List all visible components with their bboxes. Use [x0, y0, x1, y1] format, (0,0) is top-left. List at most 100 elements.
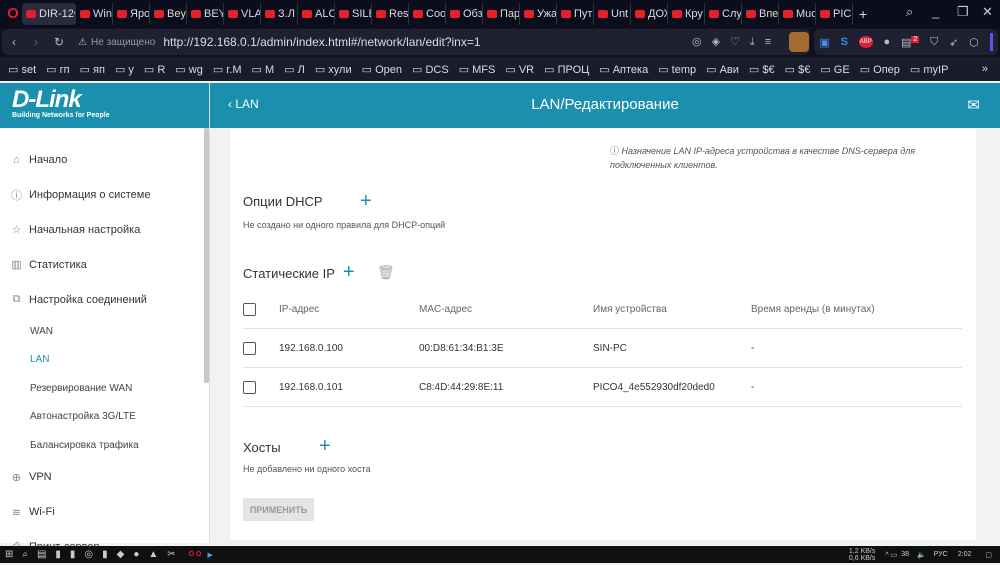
browser-tab[interactable]: PICO — [816, 2, 853, 25]
bookmark-item[interactable]: ▭ Open — [362, 63, 402, 76]
opera-taskbar-icon[interactable]: O O — [189, 551, 202, 558]
browser-tab[interactable]: Muc — [779, 2, 816, 25]
browser-tab[interactable]: ДОХ — [631, 2, 668, 25]
shield-ext-icon[interactable]: ⛉ — [930, 36, 938, 49]
bookmark-item[interactable]: ▭ ПРОЦ — [544, 63, 589, 76]
sidebar-subitem[interactable]: Балансировка трафика — [0, 431, 209, 460]
browser-tab[interactable]: Пут — [557, 2, 594, 25]
browser-tab[interactable]: SILE — [335, 2, 372, 25]
select-all-checkbox[interactable] — [243, 302, 256, 316]
sidebar-item[interactable]: ⧉ Настройка соединений — [0, 282, 209, 317]
browser-tab[interactable]: VLA — [224, 2, 261, 25]
browser-tab[interactable]: Resi — [372, 2, 409, 25]
bookmark-item[interactable]: ▭ VR — [505, 63, 534, 76]
bookmark-item[interactable]: ▭ r.M — [213, 63, 242, 76]
table-row[interactable]: 192.168.0.101 C8:4D:44:29:8E:11 PICO4_4e55… — [243, 368, 962, 407]
bookmark-item[interactable]: ▭ яп — [80, 63, 105, 76]
insecure-label[interactable]: Не защищено — [91, 37, 155, 48]
apply-button[interactable]: ПРИМЕНИТЬ — [243, 498, 314, 521]
dlink-logo[interactable]: D-Link Building Networks for People — [0, 83, 209, 128]
sidebar-item[interactable]: ≋ Wi-Fi — [0, 495, 209, 530]
search-icon[interactable]: ⌕ — [906, 4, 913, 20]
bookmark-item[interactable]: ▭ MFS — [459, 63, 496, 76]
forward-icon[interactable]: › — [34, 35, 38, 49]
trash-icon[interactable]: 🗑 — [377, 264, 395, 281]
browser-tab[interactable]: Слу — [705, 2, 742, 25]
sidebar-item[interactable]: ⌂ Начало — [0, 142, 209, 177]
bookmark-item[interactable]: ▭ $€ — [749, 63, 775, 76]
bookmark-item[interactable]: ▭ у — [115, 63, 134, 76]
back-to-lan-link[interactable]: ‹ LAN — [228, 97, 259, 111]
s-ext-icon[interactable]: S — [841, 36, 848, 48]
row-checkbox[interactable] — [243, 380, 256, 394]
back-icon[interactable]: ‹ — [12, 35, 16, 49]
bookmark-item[interactable]: ▭ М — [252, 63, 275, 76]
sidebar-scrollbar[interactable] — [204, 128, 209, 383]
bookmark-item[interactable]: ▭ DCS — [412, 63, 449, 76]
browser-tab[interactable]: BEY — [187, 2, 224, 25]
browser-tab[interactable]: Пар — [483, 2, 520, 25]
add-dhcp-option-button[interactable]: + — [360, 191, 372, 211]
bookmark-item[interactable]: ▭ $€ — [785, 63, 811, 76]
browser-tab[interactable]: Unt — [594, 2, 631, 25]
insecure-warning-icon[interactable]: ⚠ — [78, 37, 87, 48]
bookmark-item[interactable]: ▭ Аптека — [599, 63, 648, 76]
taskbar-apps-icons[interactable]: ⊞⌕▤▮▮◎▮◆●▲✂ — [5, 549, 185, 560]
sidebar-subitem[interactable]: LAN — [0, 346, 209, 375]
translate-ext-icon[interactable]: ▣ — [819, 36, 829, 49]
browser-tab[interactable]: Впе — [742, 2, 779, 25]
bookmark-item[interactable]: ▭ set — [8, 63, 36, 76]
url-input[interactable]: http://192.168.0.1/admin/index.html#/net… — [163, 35, 480, 49]
volume-icon[interactable]: 🔈 — [917, 551, 926, 559]
mail-icon[interactable]: ✉ — [967, 96, 980, 114]
minimize-button[interactable]: _ — [932, 4, 939, 19]
browser-tab[interactable]: ALC — [298, 2, 335, 25]
address-actions-icons[interactable]: ◎◈♡⤓≡ — [692, 35, 781, 49]
reload-icon[interactable]: ↻ — [54, 35, 64, 49]
bookmark-item[interactable]: ▭ Л — [284, 63, 305, 76]
browser-tab[interactable]: Яро — [113, 2, 150, 25]
media-taskbar-icon[interactable]: ▶ — [208, 551, 213, 559]
clock[interactable]: 2:02 — [958, 551, 972, 558]
new-tab-button[interactable]: + — [859, 6, 867, 22]
bookmark-item[interactable]: ▭ temp — [658, 63, 696, 76]
add-host-button[interactable]: + — [319, 436, 331, 456]
sidebar-subitem[interactable]: Автонастройка 3G/LTE — [0, 403, 209, 432]
close-button[interactable]: ✕ — [982, 4, 993, 20]
browser-tab[interactable]: Обз — [446, 2, 483, 25]
opera-logo-icon[interactable]: O — [4, 5, 22, 22]
browser-tab[interactable]: DIR-12€ — [22, 2, 76, 25]
browser-tab[interactable]: Win — [76, 2, 113, 25]
bookmark-item[interactable]: ▭ GE — [820, 63, 849, 76]
sidebar-item[interactable]: ⓘ Информация о системе — [0, 177, 209, 212]
globe-ext-icon[interactable]: ● — [884, 36, 891, 48]
cube-ext-icon[interactable]: ⬡ — [969, 36, 979, 49]
rocket-ext-icon[interactable]: ➶ — [949, 36, 958, 49]
language-indicator[interactable]: РУС — [934, 551, 948, 558]
browser-tab[interactable]: Ужа — [520, 2, 557, 25]
bookmark-item[interactable]: ▭ Опер — [860, 63, 900, 76]
notifications-icon[interactable]: ▢ — [985, 551, 992, 559]
sidebar-subitem[interactable]: Резервирование WAN — [0, 374, 209, 403]
badge-ext-icon[interactable]: ▤ 2 — [901, 35, 920, 49]
tray-icons[interactable]: ^ ▭ — [885, 551, 897, 559]
bookmark-item[interactable]: ▭ Ави — [706, 63, 739, 76]
adblock-ext-icon[interactable]: ABP — [858, 36, 873, 48]
sidebar-subitem[interactable]: WAN — [0, 317, 209, 346]
bookmark-item[interactable]: ▭ R — [144, 63, 165, 76]
sidebar-item[interactable]: ▥ Статистика — [0, 247, 209, 282]
browser-tab[interactable]: Bey — [150, 2, 187, 25]
row-checkbox[interactable] — [243, 341, 256, 355]
table-row[interactable]: 192.168.0.100 00:D8:61:34:B1:3E SIN-PC - — [243, 329, 962, 368]
bookmark-item[interactable]: ▭ myIP — [910, 63, 949, 76]
bookmark-item[interactable]: ▭ wg — [175, 63, 203, 76]
bookmark-item[interactable]: ▭ хули — [315, 63, 352, 76]
profile-avatar[interactable] — [789, 32, 809, 52]
restore-button[interactable]: ❐ — [957, 4, 969, 20]
browser-tab[interactable]: Coo — [409, 2, 446, 25]
more-bookmarks-icon[interactable]: » — [982, 63, 988, 75]
bookmark-item[interactable]: ▭ гп — [46, 63, 69, 76]
add-static-ip-button[interactable]: + — [343, 262, 355, 282]
sidebar-item[interactable]: ⊕ VPN — [0, 460, 209, 495]
browser-tab[interactable]: Кру — [668, 2, 705, 25]
